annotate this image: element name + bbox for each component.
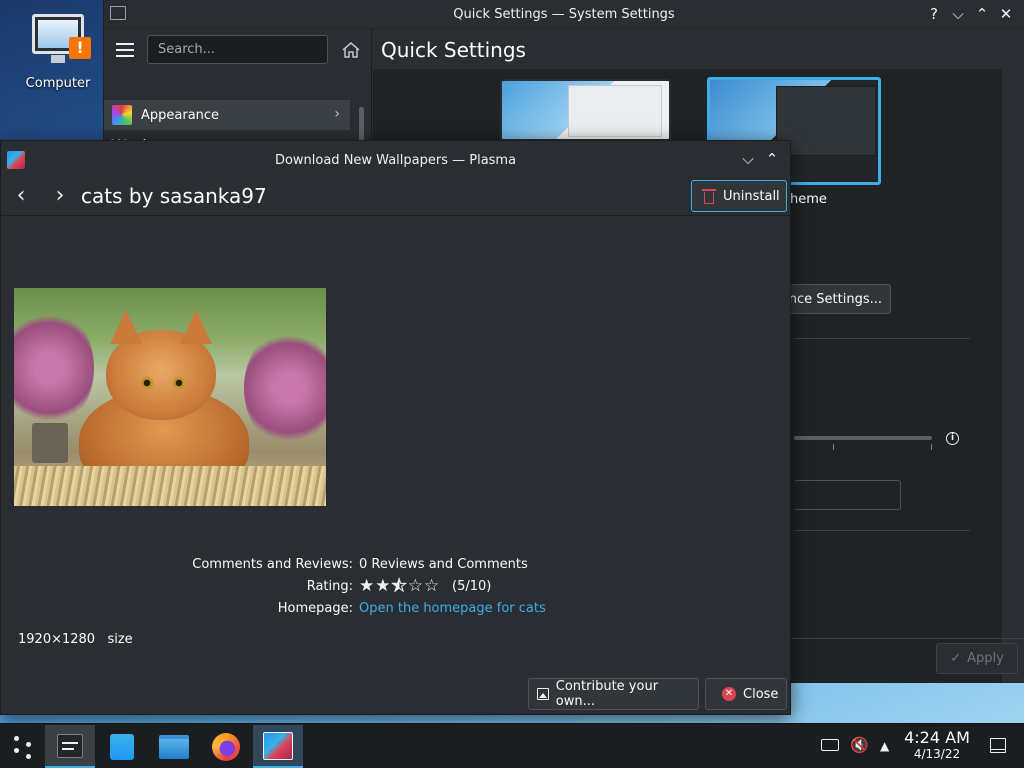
- digital-clock[interactable]: 4:24 AM 4/13/22: [903, 728, 971, 762]
- dialog-title: Download New Wallpapers — Plasma: [274, 153, 517, 168]
- task-firefox[interactable]: [201, 725, 251, 768]
- taskbar: 🔇 ▲ 4:24 AM 4/13/22: [0, 723, 1024, 768]
- plasma-get-new-stuff-icon: [263, 731, 293, 760]
- maximize-button[interactable]: ⌃: [764, 149, 780, 169]
- system-settings-titlebar[interactable]: Quick Settings — System Settings ? ⌵ ⌃ ✕: [104, 0, 1024, 29]
- home-icon[interactable]: [340, 39, 362, 61]
- comments-label: Comments and Reviews:: [192, 557, 353, 572]
- minimize-button[interactable]: ⌵: [950, 4, 966, 24]
- tray-expand-arrow-icon[interactable]: ▲: [880, 739, 889, 753]
- star-empty-icon: ☆: [424, 576, 440, 596]
- uninstall-label: Uninstall: [723, 188, 780, 204]
- computer-icon: !: [32, 14, 91, 63]
- sidebar-item-label: Appearance: [141, 107, 220, 123]
- appearance-icon: [112, 105, 132, 125]
- size-line: 1920×1280 size: [18, 632, 133, 647]
- rating-stars: ★ ★ ★ ☆ ☆: [359, 576, 440, 596]
- back-button[interactable]: ‹: [9, 182, 33, 212]
- more-appearance-settings-button[interactable]: ance Settings...: [774, 284, 891, 314]
- image-icon: [537, 688, 549, 700]
- desktop-icon-label: Computer: [25, 76, 91, 91]
- chevron-right-icon: ›: [334, 106, 340, 122]
- homepage-label: Homepage:: [277, 601, 353, 616]
- page-title: Quick Settings: [381, 38, 526, 62]
- minimize-button[interactable]: ⌵: [740, 149, 756, 169]
- task-system-settings[interactable]: [45, 725, 95, 768]
- uninstall-button[interactable]: Uninstall: [691, 180, 787, 212]
- item-header: ‹ › cats by sasanka97 Uninstall: [1, 178, 790, 216]
- close-label: Close: [743, 686, 779, 702]
- search-input[interactable]: Search...: [147, 35, 328, 64]
- hamburger-menu-icon[interactable]: [116, 43, 134, 57]
- window-title: Quick Settings — System Settings: [453, 7, 675, 22]
- download-wallpapers-dialog: Download New Wallpapers — Plasma ⌵ ⌃ ‹ ›…: [0, 140, 791, 715]
- firefox-icon: [212, 732, 240, 761]
- star-empty-icon: ☆: [407, 576, 423, 596]
- close-window-button[interactable]: ✕: [998, 4, 1014, 24]
- dialog-titlebar[interactable]: Download New Wallpapers — Plasma ⌵ ⌃: [1, 141, 790, 178]
- volume-muted-icon[interactable]: 🔇: [850, 736, 869, 754]
- folder-icon: [159, 734, 189, 759]
- item-title: cats by sasanka97: [81, 184, 267, 208]
- help-button[interactable]: ?: [926, 4, 942, 24]
- sidebar-item-appearance[interactable]: Appearance ›: [104, 100, 350, 130]
- resolution-text: 1920×1280: [18, 632, 96, 647]
- warning-icon: !: [69, 37, 91, 59]
- discover-store-icon: [110, 733, 134, 760]
- desktop-icon-computer[interactable]: ! Computer: [20, 10, 96, 91]
- trash-icon: [702, 188, 716, 204]
- apply-label: Apply: [967, 651, 1004, 666]
- star-half-icon: ★: [391, 576, 407, 596]
- rating-value: (5/10): [452, 579, 492, 594]
- separator: [794, 530, 970, 531]
- apply-button[interactable]: ✓ Apply: [936, 643, 1018, 674]
- separator: [794, 338, 970, 339]
- rating-label: Rating:: [306, 579, 353, 594]
- maximize-button[interactable]: ⌃: [974, 4, 990, 24]
- contribute-label: Contribute your own...: [555, 679, 659, 709]
- close-icon: ✕: [722, 687, 736, 701]
- size-text: size: [107, 632, 133, 647]
- slider-tick: [833, 444, 834, 450]
- application-launcher[interactable]: [0, 725, 50, 768]
- task-dolphin[interactable]: [149, 725, 199, 768]
- check-icon: ✓: [950, 651, 962, 666]
- launcher-icon: [12, 734, 38, 760]
- settings-field[interactable]: [794, 480, 901, 510]
- contribute-button[interactable]: Contribute your own...: [528, 678, 699, 710]
- comments-value: 0 Reviews and Comments: [359, 557, 528, 572]
- keyboard-icon[interactable]: [821, 739, 839, 751]
- theme-label: heme: [790, 192, 827, 207]
- light-theme-thumbnail[interactable]: [500, 79, 671, 141]
- homepage-link[interactable]: Open the homepage for cats: [359, 601, 546, 616]
- system-settings-icon: [57, 733, 83, 758]
- show-desktop-icon[interactable]: [990, 738, 1006, 753]
- close-button[interactable]: ✕ Close: [705, 678, 787, 710]
- content-scroll-gutter: [1002, 69, 1024, 683]
- info-icon[interactable]: i: [946, 432, 959, 445]
- star-full-icon: ★: [375, 576, 391, 596]
- task-download-wallpapers[interactable]: [253, 725, 303, 768]
- star-full-icon: ★: [359, 576, 375, 596]
- animation-speed-slider[interactable]: [794, 436, 932, 440]
- clock-date: 4/13/22: [913, 747, 961, 761]
- slider-tick: [931, 444, 932, 450]
- task-discover[interactable]: [97, 725, 147, 768]
- clock-time: 4:24 AM: [904, 728, 970, 747]
- wallpaper-preview-image[interactable]: [14, 288, 326, 506]
- forward-button[interactable]: ›: [48, 182, 72, 212]
